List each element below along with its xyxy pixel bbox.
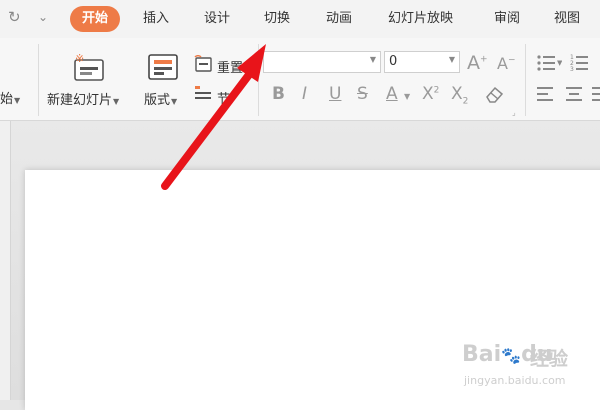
eraser-icon[interactable] <box>483 84 505 104</box>
dialog-launcher-icon[interactable]: ⌟ <box>512 108 516 117</box>
font-color-button[interactable]: A <box>386 84 398 104</box>
subscript-button[interactable]: X2 <box>451 84 468 106</box>
ribbon-separator <box>525 44 526 116</box>
tab-animations[interactable]: 动画 <box>326 6 352 32</box>
ribbon-separator <box>38 44 39 116</box>
svg-text:※: ※ <box>75 52 84 65</box>
font-size-select[interactable]: 0 ▼ <box>384 51 460 73</box>
tab-review[interactable]: 审阅 <box>494 6 520 32</box>
align-center-icon[interactable] <box>565 86 585 102</box>
tab-slideshow[interactable]: 幻灯片放映 <box>388 6 453 32</box>
tab-insert[interactable]: 插入 <box>143 6 169 32</box>
svg-text:▼: ▼ <box>557 59 562 67</box>
increase-font-size-button[interactable]: A+ <box>467 52 488 74</box>
numbered-list-icon[interactable]: 1 2 3 <box>570 54 598 72</box>
quick-access-dropdown-icon[interactable]: ⌄ <box>38 10 48 24</box>
ribbon-separator <box>258 44 259 116</box>
align-left-icon[interactable] <box>536 86 556 102</box>
new-slide-button[interactable]: 新建幻灯片▼ <box>47 89 119 108</box>
underline-button[interactable]: U <box>329 84 341 104</box>
new-slide-icon[interactable]: ※ <box>72 52 106 82</box>
font-family-select[interactable]: ▼ <box>263 51 381 73</box>
reset-icon[interactable] <box>193 55 213 73</box>
tab-transitions[interactable]: 切换 <box>264 6 290 32</box>
layout-button[interactable]: 版式▼ <box>144 89 177 108</box>
layout-icon[interactable] <box>148 54 178 82</box>
tab-design[interactable]: 设计 <box>204 6 230 32</box>
bullet-list-icon[interactable]: ▼ <box>536 54 562 72</box>
partial-button-label[interactable]: 始▼ <box>0 88 20 107</box>
tab-home[interactable]: 开始 <box>70 6 121 32</box>
chevron-down-icon: ▼ <box>448 55 455 64</box>
baidu-jingyan-watermark: Bai🐾du 经验 jingyan.baidu.com <box>462 342 569 387</box>
chevron-down-icon: ▼ <box>369 55 376 64</box>
decrease-font-size-button[interactable]: A− <box>497 54 516 73</box>
bold-button[interactable]: B <box>272 84 285 104</box>
superscript-button[interactable]: X2 <box>422 84 439 104</box>
tab-view[interactable]: 视图 <box>554 6 580 32</box>
reset-button[interactable]: 重置 <box>217 57 243 76</box>
svg-text:3: 3 <box>570 66 574 72</box>
strikethrough-button[interactable]: S <box>357 84 368 104</box>
italic-button[interactable]: I <box>302 84 307 104</box>
menu-bar: ↻ ⌄ 开始 插入 设计 切换 动画 幻灯片放映 审阅 视图 <box>0 0 600 38</box>
section-button[interactable]: 节 <box>217 88 230 107</box>
redo-icon[interactable]: ↻ <box>8 8 21 26</box>
section-icon[interactable] <box>193 84 213 102</box>
align-right-icon[interactable] <box>592 86 600 102</box>
chevron-down-icon[interactable]: ▼ <box>404 92 410 101</box>
slide-panel-edge[interactable] <box>0 121 11 400</box>
